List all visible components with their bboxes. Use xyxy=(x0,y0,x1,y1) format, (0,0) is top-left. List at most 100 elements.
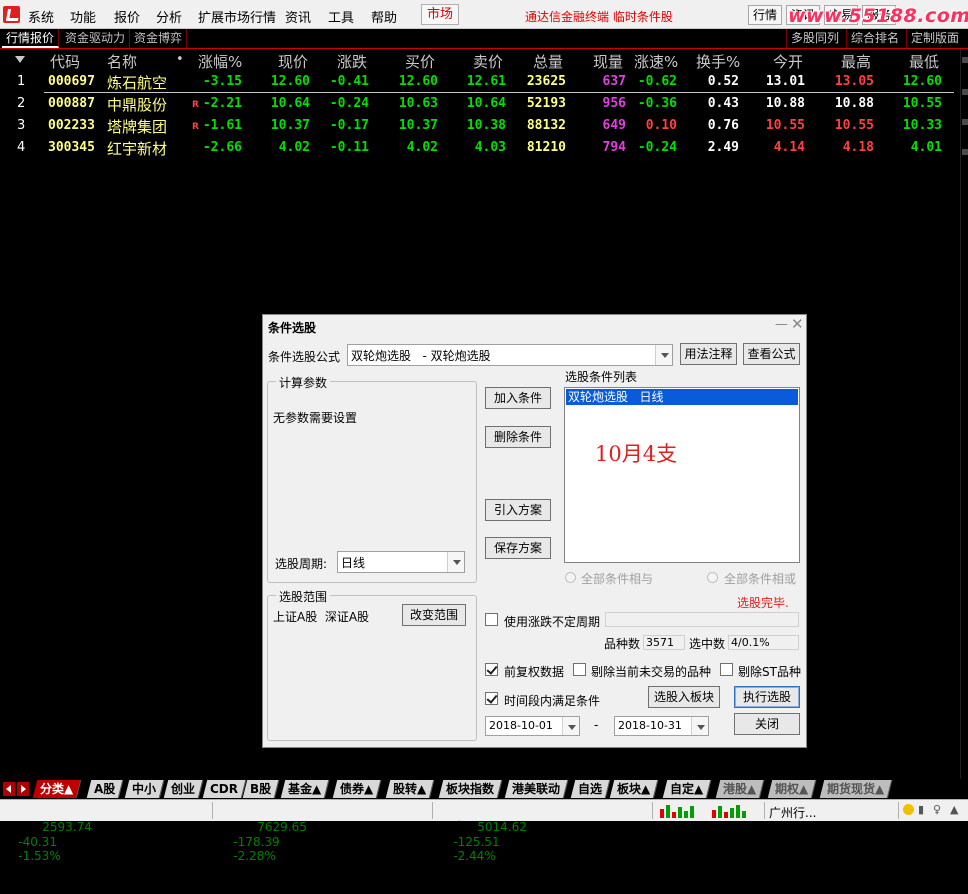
signal-icon[interactable]: ▮ xyxy=(918,804,929,815)
execute-button[interactable]: 执行选股 xyxy=(734,686,800,708)
uncertain-period-field[interactable] xyxy=(605,612,799,627)
close-button[interactable]: 关闭 xyxy=(734,713,800,735)
col-price[interactable]: 现价 xyxy=(278,51,308,72)
btab-futures[interactable]: 期货现货▲ xyxy=(819,780,893,798)
menu-tools[interactable]: 工具 xyxy=(328,7,354,26)
btab-bond[interactable]: 债券▲ xyxy=(332,780,382,798)
in-range-checkbox[interactable] xyxy=(485,692,498,705)
exclude-st-checkbox[interactable] xyxy=(720,663,733,676)
exclude-untraded-checkbox[interactable] xyxy=(573,663,586,676)
col-high[interactable]: 最高 xyxy=(841,51,871,72)
col-volume[interactable]: 总量 xyxy=(533,51,563,72)
btab-gem[interactable]: 创业 xyxy=(163,780,204,798)
to-block-button[interactable]: 选股入板块 xyxy=(648,686,720,708)
btab-b-share[interactable]: B股 xyxy=(242,780,280,798)
col-speed[interactable]: 涨速% xyxy=(634,51,678,72)
btab-cdr[interactable]: CDR xyxy=(202,780,247,798)
sh-index[interactable]: 上证2593.74 -40.31 -1.53% 1237亿 xyxy=(3,804,92,894)
tab-quote[interactable]: 行情报价 xyxy=(2,29,60,48)
btab-block-index[interactable]: 板块指数 xyxy=(438,780,503,798)
scroll-marker xyxy=(962,119,968,125)
sort-down-icon[interactable] xyxy=(15,56,25,63)
chevron-down-icon[interactable] xyxy=(655,345,672,365)
count-value: 3571 xyxy=(643,635,685,650)
zx-index[interactable]: 中小5014.62 -125.51 -2.44% 763.1亿 xyxy=(438,804,527,894)
date-from-picker[interactable]: 2018-10-01 xyxy=(485,716,580,736)
close-icon[interactable]: ✕ xyxy=(791,315,804,333)
change-range-button[interactable]: 改变范围 xyxy=(402,604,466,626)
period-select[interactable]: 日线 xyxy=(337,551,465,573)
radio-and[interactable] xyxy=(565,572,576,583)
table-row[interactable]: 4 300345 红宇新材 -2.66 4.02 -0.11 4.02 4.03… xyxy=(0,137,960,159)
server-location[interactable]: 广州行... xyxy=(769,804,816,821)
btab-options[interactable]: 期权▲ xyxy=(767,780,817,798)
radio-and-label: 全部条件相与 xyxy=(581,572,654,586)
col-change[interactable]: 涨跌 xyxy=(337,51,367,72)
menu-function[interactable]: 功能 xyxy=(70,7,96,26)
radio-or[interactable] xyxy=(707,572,718,583)
col-ask[interactable]: 卖价 xyxy=(473,51,503,72)
minimize-icon[interactable]: — xyxy=(775,317,788,332)
import-plan-button[interactable]: 引入方案 xyxy=(485,499,551,521)
sz-index[interactable]: 深证7629.65 -178.39 -2.28% 1682亿 xyxy=(218,804,307,894)
table-row[interactable]: 2 000887 中鼎股份 R -2.21 10.64 -0.24 10.63 … xyxy=(0,93,960,115)
btab-sme[interactable]: 中小 xyxy=(124,780,165,798)
arrow-up-icon[interactable]: ▲ xyxy=(950,804,961,815)
tab-multi-stock[interactable]: 多股同列 xyxy=(786,29,843,48)
menu-system[interactable]: 系统 xyxy=(28,7,54,26)
col-code[interactable]: 代码 xyxy=(50,51,80,72)
scroll-right-icon[interactable] xyxy=(17,782,29,796)
col-pct[interactable]: 涨幅% xyxy=(198,51,242,72)
menu-market[interactable]: 市场 xyxy=(421,4,459,25)
tab-custom-layout[interactable]: 定制版面 xyxy=(906,29,963,48)
table-row[interactable]: 1 000697 炼石航空 -3.15 12.60 -0.41 12.60 12… xyxy=(0,71,960,93)
scroll-left-icon[interactable] xyxy=(3,782,15,796)
divider xyxy=(212,802,213,819)
col-open[interactable]: 今开 xyxy=(773,51,803,72)
menu-news[interactable]: 资讯 xyxy=(285,7,311,26)
uncertain-period-checkbox[interactable] xyxy=(485,613,498,626)
delete-condition-button[interactable]: 删除条件 xyxy=(485,426,551,448)
btab-label: CDR xyxy=(210,782,239,796)
menu-quote[interactable]: 报价 xyxy=(114,7,140,26)
add-condition-button[interactable]: 加入条件 xyxy=(485,387,551,409)
vertical-scrollbar[interactable] xyxy=(960,49,968,779)
user-icon[interactable]: ♀ xyxy=(933,804,944,815)
condition-list[interactable]: 双轮炮选股 日线 10月4支 xyxy=(564,387,800,563)
col-bid[interactable]: 买价 xyxy=(405,51,435,72)
chevron-down-icon[interactable] xyxy=(447,552,464,572)
condition-list-item[interactable]: 双轮炮选股 日线 xyxy=(566,389,798,405)
prefq-checkbox[interactable] xyxy=(485,663,498,676)
date-to-picker[interactable]: 2018-10-31 xyxy=(614,716,709,736)
save-plan-button[interactable]: 保存方案 xyxy=(485,537,551,559)
chevron-down-icon[interactable] xyxy=(691,717,708,735)
formula-select[interactable]: 双轮炮选股 - 双轮炮选股 xyxy=(347,344,673,366)
view-formula-button[interactable]: 查看公式 xyxy=(743,343,800,365)
chevron-down-icon[interactable] xyxy=(562,717,579,735)
btab-neeq[interactable]: 股转▲ xyxy=(385,780,435,798)
col-name[interactable]: 名称 xyxy=(107,51,137,72)
usage-button[interactable]: 用法注释 xyxy=(680,343,737,365)
btab-category[interactable]: 分类▲ xyxy=(32,780,82,798)
menu-analysis[interactable]: 分析 xyxy=(156,7,182,26)
quote-button[interactable]: 行情 xyxy=(748,5,782,25)
btab-hk[interactable]: 港股▲ xyxy=(715,780,765,798)
table-row[interactable]: 3 002233 塔牌集团 R -1.61 10.37 -0.17 10.37 … xyxy=(0,115,960,137)
btab-hk-us-link[interactable]: 港美联动 xyxy=(504,780,569,798)
col-current-volume[interactable]: 现量 xyxy=(593,51,623,72)
alert-icon[interactable] xyxy=(903,804,914,815)
view-tabbar: 行情报价 资金驱动力 资金博弈 多股同列 综合排名 定制版面 xyxy=(0,29,968,49)
menu-help[interactable]: 帮助 xyxy=(371,7,397,26)
btab-custom[interactable]: 自定▲ xyxy=(662,780,712,798)
col-turnover[interactable]: 换手% xyxy=(696,51,740,72)
col-low[interactable]: 最低 xyxy=(909,51,939,72)
menu-extended-market[interactable]: 扩展市场行情 xyxy=(198,7,276,26)
btab-fund[interactable]: 基金▲ xyxy=(280,780,330,798)
tab-ranking[interactable]: 综合排名 xyxy=(846,29,903,48)
btab-a-share[interactable]: A股 xyxy=(86,780,124,798)
tab-fund-game[interactable]: 资金博弈 xyxy=(130,29,188,48)
btab-block[interactable]: 板块▲ xyxy=(609,780,659,798)
dialog-titlebar[interactable]: 条件选股 — ✕ xyxy=(263,315,806,337)
tab-fund-drive[interactable]: 资金驱动力 xyxy=(61,29,131,48)
btab-watchlist[interactable]: 自选 xyxy=(570,780,611,798)
